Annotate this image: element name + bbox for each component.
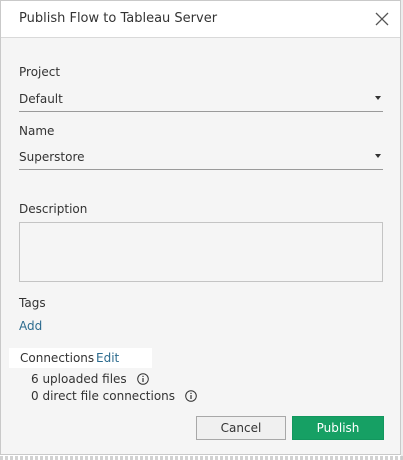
project-value: Default: [19, 92, 63, 106]
name-label: Name: [19, 124, 55, 138]
close-icon: [375, 12, 389, 26]
publish-button[interactable]: Publish: [292, 416, 384, 440]
info-icon[interactable]: [136, 373, 149, 385]
publish-flow-dialog: Publish Flow to Tableau Server Project D…: [0, 0, 401, 455]
chevron-down-icon: [375, 96, 381, 100]
project-label: Project: [19, 65, 61, 79]
add-tag-link[interactable]: Add: [19, 319, 42, 333]
project-select[interactable]: Default: [19, 89, 383, 112]
description-textarea[interactable]: [19, 222, 383, 282]
uploaded-files-text: 6 uploaded files: [31, 372, 127, 386]
name-value: Superstore: [19, 150, 85, 164]
connections-label: Connections: [20, 351, 95, 365]
connections-header: Connections Edit: [9, 348, 152, 368]
close-button[interactable]: [372, 9, 392, 29]
direct-connections-row: 0 direct file connections: [31, 389, 197, 403]
uploaded-files-row: 6 uploaded files: [31, 372, 149, 386]
connections-edit-link[interactable]: Edit: [96, 351, 119, 365]
direct-connections-text: 0 direct file connections: [31, 389, 176, 403]
tags-label: Tags: [19, 296, 46, 310]
dialog-title: Publish Flow to Tableau Server: [19, 11, 218, 26]
info-icon[interactable]: [185, 390, 197, 402]
description-label: Description: [19, 202, 88, 216]
dialog-titlebar: Publish Flow to Tableau Server: [1, 1, 400, 38]
background-app-edge-bottom: [0, 456, 403, 460]
cancel-button[interactable]: Cancel: [196, 416, 286, 440]
name-select[interactable]: Superstore: [19, 147, 383, 170]
chevron-down-icon: [375, 154, 381, 158]
